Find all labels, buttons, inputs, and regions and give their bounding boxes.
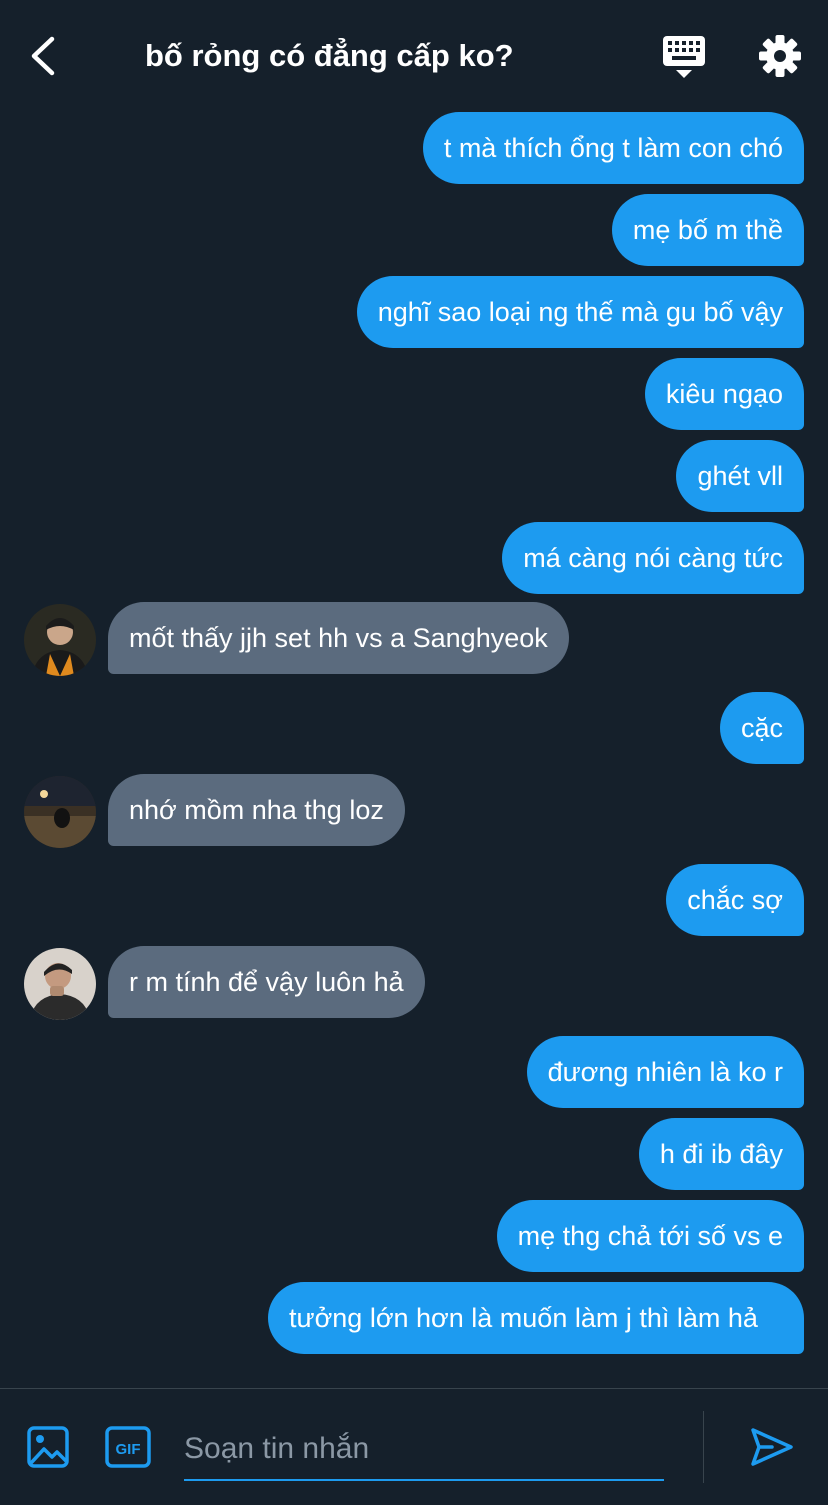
outgoing-message[interactable]: h đi ib đây <box>638 1118 804 1190</box>
outgoing-message[interactable]: chắc sợ <box>666 864 804 936</box>
message-composer: GIF <box>0 1388 828 1505</box>
avatar-image <box>24 776 96 848</box>
message-list[interactable]: t mà thích ổng t làm con chó mẹ bố m thề… <box>0 108 828 1388</box>
gif-icon: GIF <box>105 1426 151 1468</box>
chevron-left-icon <box>31 36 55 76</box>
add-gif-button[interactable]: GIF <box>104 1425 152 1469</box>
keyboard-icon <box>663 36 705 78</box>
outgoing-message[interactable]: cặc <box>719 692 804 764</box>
settings-button[interactable] <box>756 32 804 80</box>
outgoing-message[interactable]: kiêu ngạo <box>644 358 804 430</box>
incoming-message[interactable]: mốt thấy jjh set hh vs a Sanghyeok <box>108 602 569 674</box>
conversation-header: bố rỏng có đẳng cấp ko? <box>0 0 828 108</box>
outgoing-message[interactable]: má càng nói càng tức <box>502 522 804 594</box>
incoming-message[interactable]: r m tính để vậy luôn hả <box>108 946 425 1018</box>
outgoing-message[interactable]: nghĩ sao loại ng thế mà gu bố vậy <box>356 276 804 348</box>
outgoing-message[interactable]: mẹ bố m thề <box>611 194 804 266</box>
send-icon <box>751 1428 793 1466</box>
outgoing-message[interactable]: đương nhiên là ko r <box>526 1036 804 1108</box>
composer-divider <box>703 1411 704 1483</box>
outgoing-message[interactable]: ghét vll <box>676 440 804 512</box>
add-image-button[interactable] <box>26 1425 70 1469</box>
gear-icon <box>759 35 801 77</box>
avatar-image <box>24 604 96 676</box>
back-button[interactable] <box>24 34 68 78</box>
keyboard-button[interactable] <box>660 34 708 82</box>
message-input[interactable] <box>184 1419 664 1481</box>
outgoing-message[interactable]: t mà thích ổng t làm con chó <box>422 112 804 184</box>
image-icon <box>27 1426 69 1468</box>
gif-label: GIF <box>116 1441 141 1458</box>
outgoing-message[interactable]: tưởng lớn hơn là muốn làm j thì làm hả <box>268 1282 804 1354</box>
avatar[interactable] <box>24 776 96 848</box>
avatar[interactable] <box>24 604 96 676</box>
outgoing-message[interactable]: mẹ thg chả tới số vs e <box>496 1200 804 1272</box>
avatar[interactable] <box>24 948 96 1020</box>
send-button[interactable] <box>748 1425 796 1469</box>
avatar-image <box>24 948 96 1020</box>
incoming-message[interactable]: nhớ mồm nha thg loz <box>108 774 405 846</box>
conversation-title[interactable]: bố rỏng có đẳng cấp ko? <box>145 36 514 76</box>
